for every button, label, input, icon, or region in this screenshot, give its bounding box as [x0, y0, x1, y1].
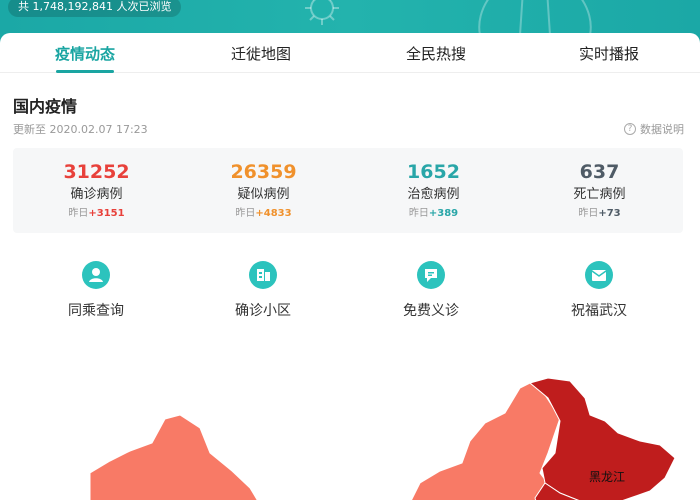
section-title: 国内疫情 — [13, 97, 78, 116]
stat-label: 疑似病例 — [237, 187, 290, 202]
stat-value: 1652 — [407, 161, 460, 183]
stat-delta: 昨日+73 — [578, 208, 621, 219]
quick-link-confirmed-community[interactable]: 确诊小区 — [178, 258, 348, 328]
virus-icon — [305, 0, 339, 25]
tab-label: 实时播报 — [578, 45, 639, 63]
data-note-link[interactable]: ? 数据说明 — [624, 121, 684, 137]
question-icon: ? — [624, 123, 636, 135]
content-card: 疫情动态 迁徙地图 全民热搜 实时播报 国内疫情 更新至 2020.02.07 … — [0, 33, 700, 500]
quick-link-same-trip[interactable]: 同乘查询 — [11, 258, 181, 328]
quick-link-label: 免费义诊 — [403, 303, 459, 319]
stat-delta: 昨日+3151 — [68, 208, 125, 219]
stat-dead: 637 死亡病例 昨日+73 — [516, 148, 683, 233]
map-region-west-a — [89, 414, 258, 500]
tab-label: 迁徙地图 — [230, 45, 291, 63]
stat-value: 26359 — [230, 161, 297, 183]
views-count: 共 1,748,192,841 人次已浏览 — [8, 0, 182, 17]
building-icon — [249, 261, 277, 289]
stat-suspected: 26359 疑似病例 昨日+4833 — [180, 148, 347, 233]
stat-delta: 昨日+389 — [408, 208, 459, 219]
tab-hot-search[interactable]: 全民热搜 — [351, 33, 521, 73]
quick-link-bless-wuhan[interactable]: 祝福武汉 — [514, 258, 684, 328]
tab-migration-map[interactable]: 迁徙地图 — [176, 33, 346, 73]
person-icon — [82, 261, 110, 289]
stat-value: 637 — [579, 161, 620, 183]
stat-value: 31252 — [63, 161, 130, 183]
tab-live-report[interactable]: 实时播报 — [524, 33, 694, 73]
stat-delta: 昨日+4833 — [235, 208, 292, 219]
quick-link-label: 同乘查询 — [68, 303, 124, 319]
quick-link-label: 祝福武汉 — [571, 303, 627, 319]
stat-label: 确诊病例 — [70, 187, 123, 202]
stat-label: 治愈病例 — [407, 187, 460, 202]
stat-confirmed: 31252 确诊病例 昨日+3151 — [13, 148, 180, 233]
stat-label: 死亡病例 — [573, 187, 626, 202]
tab-active-underline — [56, 70, 114, 73]
envelope-icon — [585, 261, 613, 289]
map-region-north — [410, 382, 561, 500]
tab-label: 全民热搜 — [405, 45, 466, 63]
chat-icon — [417, 261, 445, 289]
data-note-label: 数据说明 — [640, 123, 684, 136]
china-map[interactable]: 黑龙江 吉林 — [0, 343, 700, 500]
tab-epidemic[interactable]: 疫情动态 — [0, 33, 170, 73]
stat-cured: 1652 治愈病例 昨日+389 — [350, 148, 517, 233]
quick-link-free-consult[interactable]: 免费义诊 — [346, 258, 516, 328]
tab-label: 疫情动态 — [54, 45, 115, 63]
map-label-heilongjiang: 黑龙江 — [589, 470, 625, 484]
stats-panel: 31252 确诊病例 昨日+3151 26359 疑似病例 昨日+4833 16… — [13, 148, 683, 233]
tab-bar: 疫情动态 迁徙地图 全民热搜 实时播报 — [0, 33, 700, 73]
update-time: 更新至 2020.02.07 17:23 — [13, 123, 148, 136]
quick-link-label: 确诊小区 — [235, 303, 291, 319]
